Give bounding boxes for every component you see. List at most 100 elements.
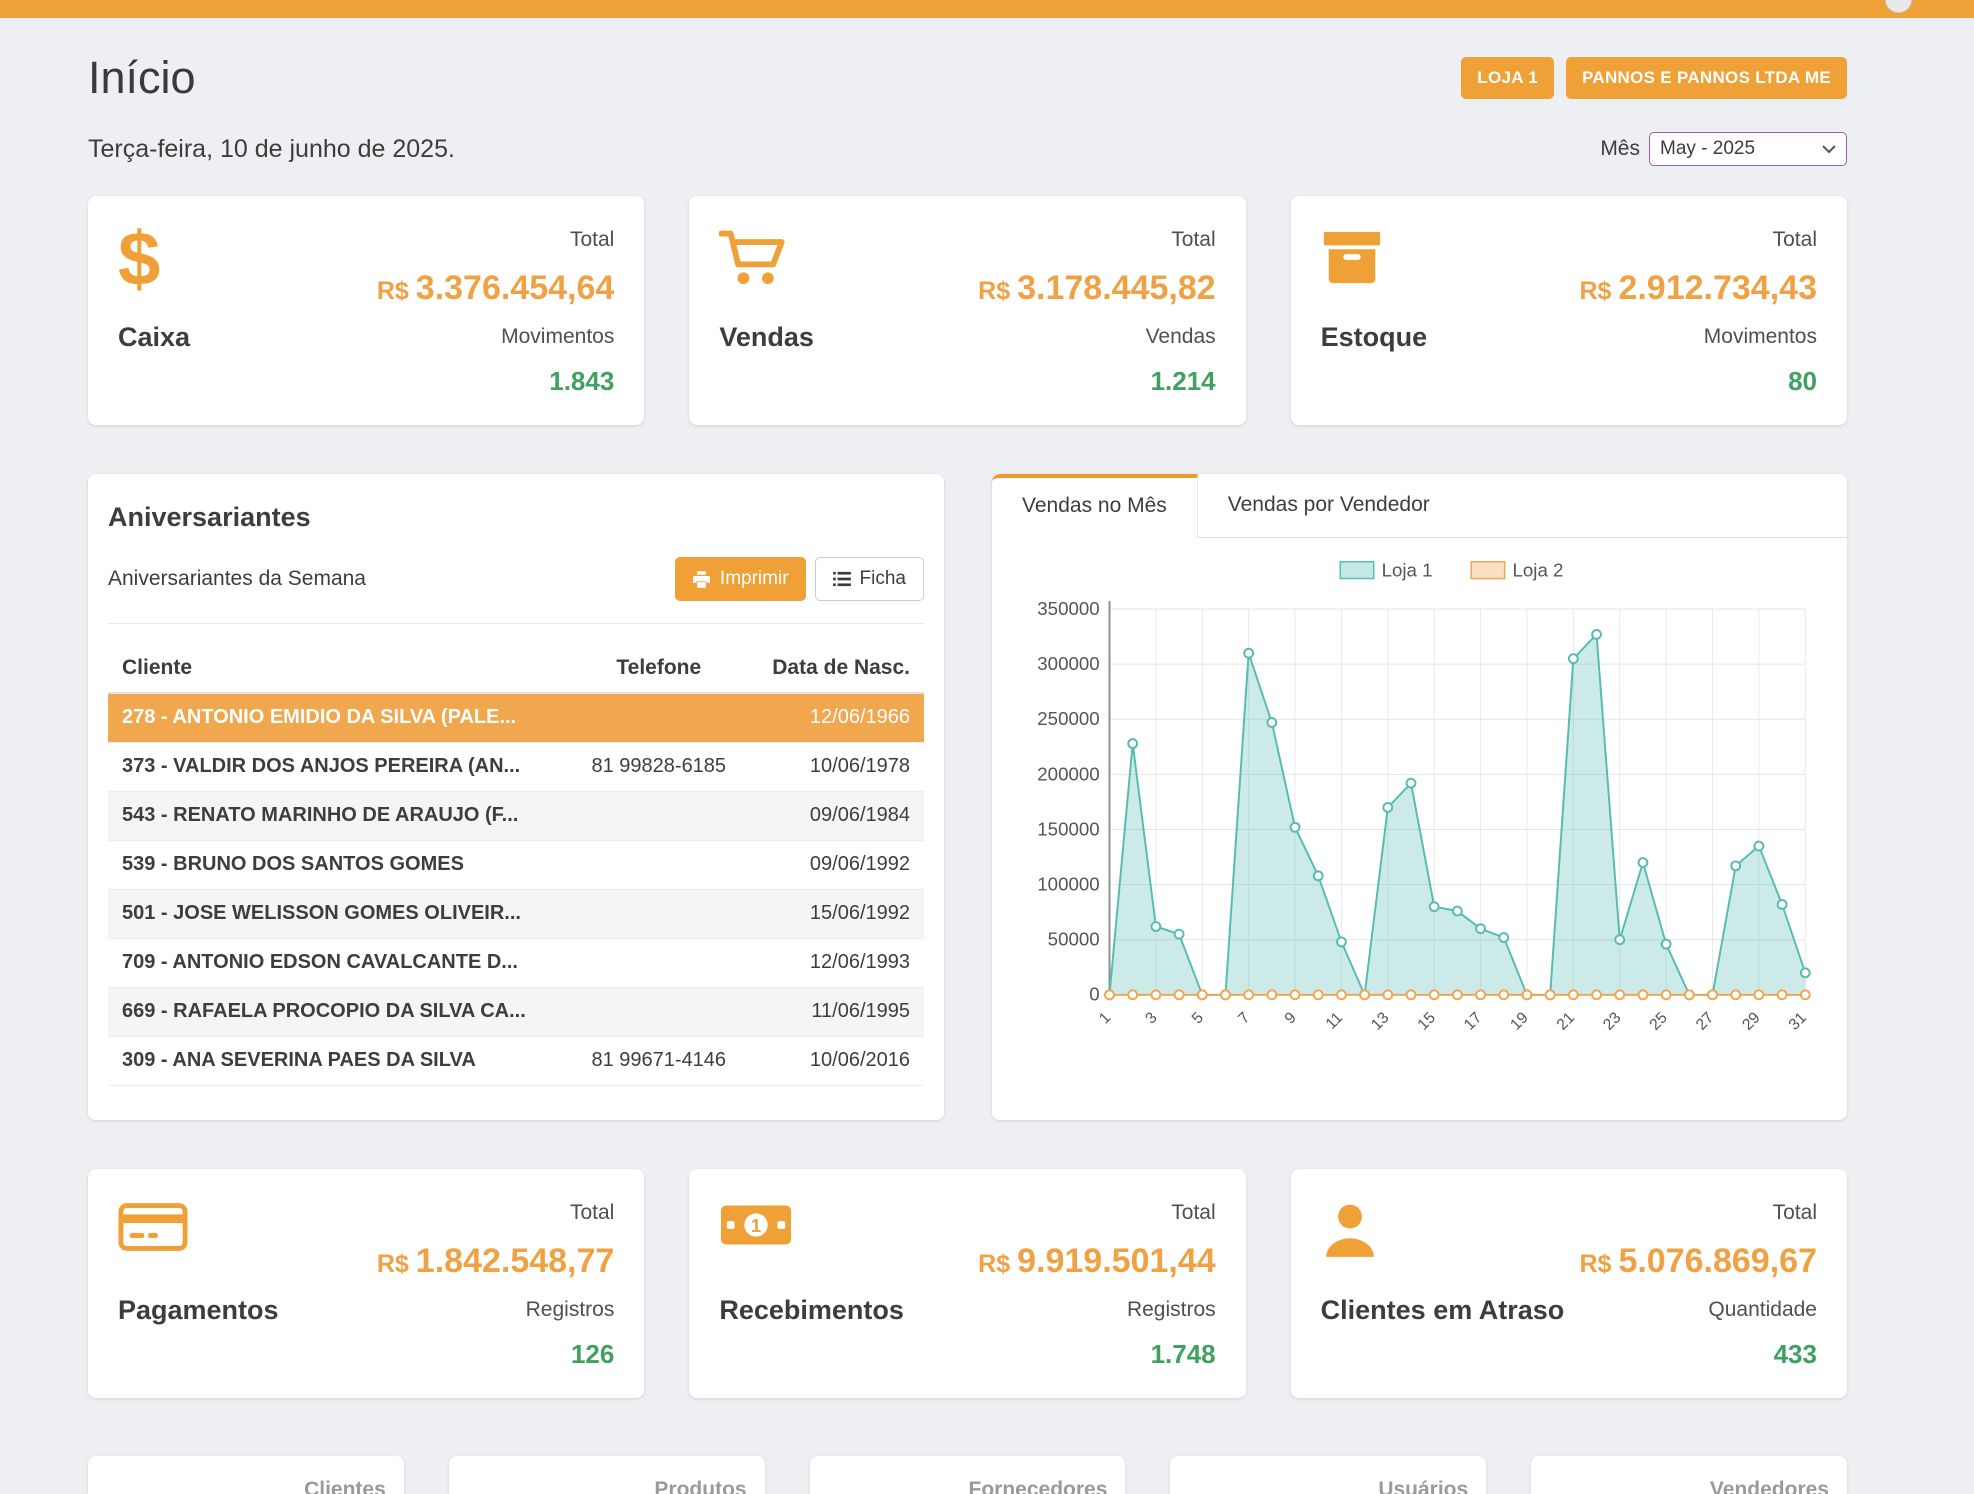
total-label: Total bbox=[1171, 228, 1215, 252]
count-label: Registros bbox=[1127, 1298, 1216, 1322]
store-button[interactable]: LOJA 1 bbox=[1461, 57, 1554, 99]
birthday-client: 309 - ANA SEVERINA PAES DA SILVA bbox=[108, 1036, 572, 1085]
banknote-icon: 1 bbox=[719, 1201, 904, 1277]
svg-text:Loja 2: Loja 2 bbox=[1513, 560, 1564, 581]
svg-text:25: 25 bbox=[1647, 1009, 1672, 1034]
birthday-phone bbox=[572, 938, 747, 987]
birthday-client: 669 - RAFAELA PROCOPIO DA SILVA CA... bbox=[108, 987, 572, 1036]
box-icon bbox=[1321, 228, 1428, 304]
stat-label: Vendas bbox=[719, 322, 814, 353]
month-label: Mês bbox=[1600, 137, 1640, 161]
svg-text:17: 17 bbox=[1461, 1009, 1485, 1033]
company-button[interactable]: PANNOS E PANNOS LTDA ME bbox=[1566, 57, 1847, 99]
birthday-row[interactable]: 309 - ANA SEVERINA PAES DA SILVA81 99671… bbox=[108, 1036, 924, 1085]
svg-text:50000: 50000 bbox=[1048, 929, 1100, 950]
dashboard-content: Início LOJA 1 PANNOS E PANNOS LTDA ME Te… bbox=[0, 52, 1974, 1494]
total-value: R$3.178.445,82 bbox=[978, 269, 1216, 308]
birthday-row[interactable]: 543 - RENATO MARINHO DE ARAUJO (F... 09/0… bbox=[108, 791, 924, 840]
svg-text:9: 9 bbox=[1282, 1009, 1300, 1027]
summary-card-vendedores: Vendedores bbox=[1531, 1456, 1847, 1494]
birthday-row[interactable]: 278 - ANTONIO EMIDIO DA SILVA (PALE...12… bbox=[108, 693, 924, 742]
top-navigation-bar bbox=[0, 0, 1974, 18]
svg-text:27: 27 bbox=[1693, 1009, 1717, 1033]
aniversariantes-table: Cliente Telefone Data de Nasc. 278 - ANT… bbox=[108, 646, 924, 1086]
count-value: 80 bbox=[1788, 366, 1817, 397]
birthday-date: 09/06/1984 bbox=[746, 791, 924, 840]
birthday-phone: 81 99828-6185 bbox=[572, 742, 747, 791]
vendas-tab-bar: Vendas no Mês Vendas por Vendedor bbox=[992, 474, 1847, 538]
svg-text:250000: 250000 bbox=[1037, 708, 1099, 729]
count-label: Registros bbox=[526, 1298, 615, 1322]
sales-chart-area: 0500001000001500002000002500003000003500… bbox=[992, 538, 1847, 1120]
birthday-phone bbox=[572, 840, 747, 889]
recebimentos-card: 1 Recebimentos Total R$9.919.501,44 Regi… bbox=[689, 1169, 1245, 1398]
current-date: Terça-feira, 10 de junho de 2025. bbox=[88, 135, 455, 164]
birthday-row[interactable]: 709 - ANTONIO EDSON CAVALCANTE D...12/06… bbox=[108, 938, 924, 987]
birthday-row[interactable]: 373 - VALDIR DOS ANJOS PEREIRA (AN...81 … bbox=[108, 742, 924, 791]
count-label: Movimentos bbox=[1704, 325, 1817, 349]
svg-text:200000: 200000 bbox=[1037, 763, 1099, 784]
svg-text:21: 21 bbox=[1554, 1009, 1578, 1033]
svg-text:15: 15 bbox=[1415, 1009, 1440, 1034]
birthday-phone bbox=[572, 987, 747, 1036]
stat-label: Estoque bbox=[1321, 322, 1428, 353]
birthday-date: 09/06/1992 bbox=[746, 840, 924, 889]
birthday-row[interactable]: 669 - RAFAELA PROCOPIO DA SILVA CA...11/… bbox=[108, 987, 924, 1036]
svg-text:7: 7 bbox=[1235, 1009, 1253, 1027]
count-label: Movimentos bbox=[501, 325, 614, 349]
total-label: Total bbox=[570, 1201, 614, 1225]
user-avatar[interactable] bbox=[1885, 0, 1912, 13]
pagamentos-card: Pagamentos Total R$1.842.548,77 Registro… bbox=[88, 1169, 644, 1398]
count-value: 126 bbox=[571, 1339, 614, 1370]
summary-card-usuarios: Usuários bbox=[1170, 1456, 1486, 1494]
count-value: 1.843 bbox=[549, 366, 614, 397]
count-value: 1.748 bbox=[1151, 1339, 1216, 1370]
shopping-cart-icon bbox=[719, 228, 814, 304]
imprimir-label: Imprimir bbox=[720, 568, 789, 590]
birthday-client: 539 - BRUNO DOS SANTOS GOMES bbox=[108, 840, 572, 889]
birthday-date: 10/06/2016 bbox=[746, 1036, 924, 1085]
svg-text:29: 29 bbox=[1739, 1009, 1763, 1033]
svg-text:1: 1 bbox=[751, 1215, 761, 1236]
birthday-row[interactable]: 501 - JOSE WELISSON GOMES OLIVEIR...15/0… bbox=[108, 889, 924, 938]
summary-card-clientes: Clientes bbox=[88, 1456, 404, 1494]
svg-text:11: 11 bbox=[1323, 1009, 1347, 1033]
credit-card-icon bbox=[118, 1201, 279, 1277]
total-value: R$1.842.548,77 bbox=[377, 1242, 615, 1281]
imprimir-button[interactable]: Imprimir bbox=[675, 557, 806, 601]
svg-text:100000: 100000 bbox=[1037, 874, 1099, 895]
aniversariantes-title: Aniversariantes bbox=[108, 502, 924, 533]
total-label: Total bbox=[1171, 1201, 1215, 1225]
birthday-date: 12/06/1966 bbox=[746, 693, 924, 742]
vendas-panel: Vendas no Mês Vendas por Vendedor 050000… bbox=[992, 474, 1847, 1120]
aniversariantes-subtitle: Aniversariantes da Semana bbox=[108, 567, 366, 591]
ficha-button[interactable]: Ficha bbox=[815, 557, 924, 601]
total-value: R$2.912.734,43 bbox=[1579, 269, 1817, 308]
svg-text:5: 5 bbox=[1189, 1009, 1207, 1027]
birthday-phone bbox=[572, 889, 747, 938]
svg-text:150000: 150000 bbox=[1037, 818, 1099, 839]
page-title: Início bbox=[88, 52, 196, 104]
birthday-phone bbox=[572, 693, 747, 742]
svg-text:350000: 350000 bbox=[1037, 598, 1099, 619]
stat-label: Clientes em Atraso bbox=[1321, 1295, 1565, 1326]
birthday-client: 543 - RENATO MARINHO DE ARAUJO (F... bbox=[108, 791, 572, 840]
stat-label: Recebimentos bbox=[719, 1295, 904, 1326]
caixa-card: $ Caixa Total R$3.376.454,64 Movimentos … bbox=[88, 196, 644, 425]
tab-vendas-por-vendedor[interactable]: Vendas por Vendedor bbox=[1198, 474, 1460, 537]
svg-text:13: 13 bbox=[1368, 1009, 1393, 1034]
estoque-card: Estoque Total R$2.912.734,43 Movimentos … bbox=[1291, 196, 1847, 425]
birthday-row[interactable]: 539 - BRUNO DOS SANTOS GOMES 09/06/1992 bbox=[108, 840, 924, 889]
summary-card-produtos: Produtos bbox=[449, 1456, 765, 1494]
list-icon bbox=[833, 571, 851, 587]
birthday-date: 10/06/1978 bbox=[746, 742, 924, 791]
ficha-label: Ficha bbox=[860, 568, 906, 590]
total-value: R$3.376.454,64 bbox=[377, 269, 615, 308]
column-header-telefone: Telefone bbox=[572, 646, 747, 693]
svg-text:3: 3 bbox=[1142, 1009, 1160, 1027]
month-select[interactable]: May - 2025 bbox=[1649, 132, 1847, 166]
total-label: Total bbox=[1773, 228, 1817, 252]
tab-vendas-no-mes[interactable]: Vendas no Mês bbox=[992, 474, 1198, 538]
total-value: R$9.919.501,44 bbox=[978, 1242, 1216, 1281]
clientes-em-atraso-card: Clientes em Atraso Total R$5.076.869,67 … bbox=[1291, 1169, 1847, 1398]
